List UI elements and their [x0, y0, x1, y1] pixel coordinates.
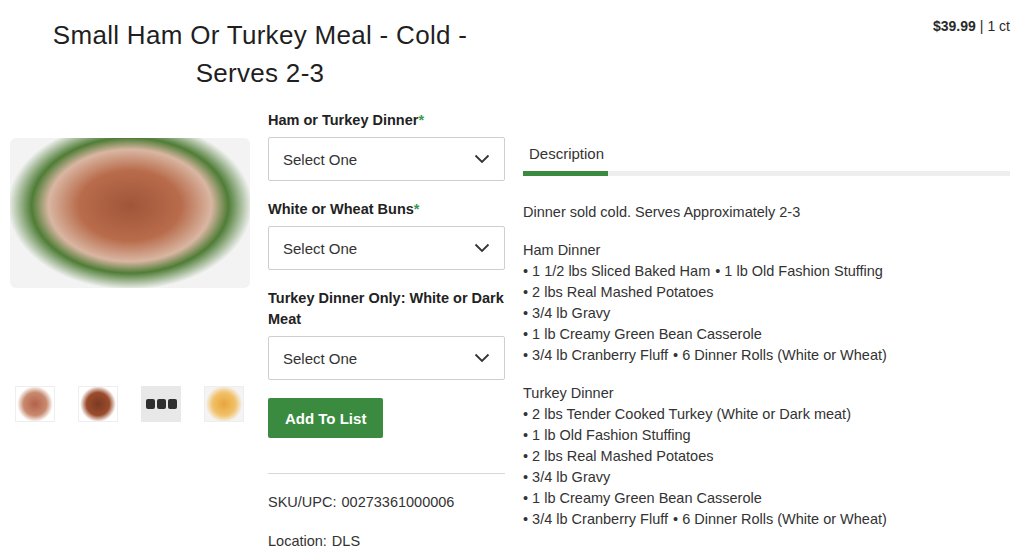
description-line: • 2 lbs Real Mashed Potatoes: [523, 282, 1010, 303]
thumbnail[interactable]: [15, 386, 55, 422]
select-value: Select One: [283, 350, 357, 367]
product-body: Ham or Turkey Dinner*Select OneWhite or …: [10, 110, 1010, 558]
detail-label: SKU/UPC:: [268, 492, 337, 512]
option-select[interactable]: Select One: [268, 336, 505, 380]
required-mark: *: [418, 112, 424, 128]
description-item: • 2 lbs Tender Cooked Turkey (White or D…: [523, 404, 851, 425]
section-title: Turkey Dinner: [523, 383, 1010, 404]
section-title: Ham Dinner: [523, 240, 1010, 261]
detail-value: 00273361000006: [342, 492, 455, 512]
description-section: Turkey Dinner• 2 lbs Tender Cooked Turke…: [523, 383, 1010, 530]
option-label: Turkey Dinner Only: White or Dark Meat: [268, 288, 505, 330]
price: $39.99|1 ct: [510, 16, 1010, 36]
description-item: • 1 lb Old Fashion Stuffing: [715, 261, 883, 282]
description-line: • 2 lbs Real Mashed Potatoes: [523, 446, 1010, 467]
detail-row: Location:DLS: [268, 531, 505, 551]
description-item: • 6 Dinner Rolls (White or Wheat): [673, 509, 887, 530]
description-line: • 1 lb Creamy Green Bean Casserole: [523, 324, 1010, 345]
description-line: • 1 1/2 lbs Sliced Baked Ham• 1 lb Old F…: [523, 261, 1010, 282]
product-photo: [10, 138, 250, 288]
divider: [268, 473, 505, 474]
description-item: • 1 lb Old Fashion Stuffing: [523, 425, 691, 446]
option-label: Ham or Turkey Dinner*: [268, 110, 505, 131]
select-value: Select One: [283, 240, 357, 257]
description-item: • 2 lbs Real Mashed Potatoes: [523, 282, 713, 303]
chevron-down-icon: [474, 154, 490, 164]
description-item: • 1 1/2 lbs Sliced Baked Ham: [523, 261, 710, 282]
description-item: • 6 Dinner Rolls (White or Wheat): [673, 345, 887, 366]
product-title: Small Ham Or Turkey Meal - Cold - Serves…: [10, 16, 510, 92]
required-mark: *: [414, 201, 420, 217]
description-item: • 2 lbs Real Mashed Potatoes: [523, 446, 713, 467]
description-item: • 3/4 lb Gravy: [523, 303, 610, 324]
description-item: • 3/4 lb Cranberry Fluff: [523, 509, 668, 530]
header: Small Ham Or Turkey Meal - Cold - Serves…: [10, 16, 1010, 92]
chevron-down-icon: [474, 353, 490, 363]
option-field: Ham or Turkey Dinner* Select One: [268, 110, 505, 181]
tab-bar: Description: [523, 144, 1010, 176]
description-item: • 1 lb Creamy Green Bean Casserole: [523, 324, 762, 345]
description-line: • 3/4 lb Cranberry Fluff• 6 Dinner Rolls…: [523, 345, 1010, 366]
add-to-list-button[interactable]: Add To List: [268, 398, 383, 438]
description-item: • 3/4 lb Gravy: [523, 467, 610, 488]
price-value: $39.99: [933, 18, 976, 34]
description-line: • 3/4 lb Cranberry Fluff• 6 Dinner Rolls…: [523, 509, 1010, 530]
chevron-down-icon: [474, 243, 490, 253]
gallery: [10, 110, 250, 558]
description-section: Ham Dinner• 1 1/2 lbs Sliced Baked Ham• …: [523, 240, 1010, 366]
description-text: Dinner sold cold. Serves Approximately 2…: [523, 202, 1010, 530]
detail-value: DLS: [332, 531, 360, 551]
thumbnail[interactable]: [78, 386, 118, 422]
description-line: • 3/4 lb Gravy: [523, 303, 1010, 324]
options-panel: Ham or Turkey Dinner*Select OneWhite or …: [268, 110, 505, 558]
description-line: • 2 lbs Tender Cooked Turkey (White or D…: [523, 404, 1010, 425]
detail-row: SKU/UPC:00273361000006: [268, 492, 505, 512]
description-intro: Dinner sold cold. Serves Approximately 2…: [523, 202, 1010, 223]
price-separator: |: [980, 18, 984, 34]
description-line: • 3/4 lb Gravy: [523, 467, 1010, 488]
select-value: Select One: [283, 151, 357, 168]
description-line: • 1 lb Creamy Green Bean Casserole: [523, 488, 1010, 509]
option-field: White or Wheat Buns* Select One: [268, 199, 505, 270]
thumbnail[interactable]: [204, 386, 244, 422]
description-item: • 1 lb Creamy Green Bean Casserole: [523, 488, 762, 509]
price-unit: 1 ct: [987, 18, 1010, 34]
option-field: Turkey Dinner Only: White or Dark Meat Se…: [268, 288, 505, 380]
product-page: Small Ham Or Turkey Meal - Cold - Serves…: [0, 0, 1024, 558]
description-item: • 3/4 lb Cranberry Fluff: [523, 345, 668, 366]
description-line: • 1 lb Old Fashion Stuffing: [523, 425, 1010, 446]
option-select[interactable]: Select One: [268, 226, 505, 270]
option-select[interactable]: Select One: [268, 137, 505, 181]
description-panel: Description Dinner sold cold. Serves Appr…: [523, 110, 1010, 558]
option-label: White or Wheat Buns*: [268, 199, 505, 220]
detail-label: Location:: [268, 531, 327, 551]
thumbnail[interactable]: [141, 386, 181, 422]
thumbnail-row: [10, 386, 250, 422]
tab[interactable]: Description: [523, 144, 608, 176]
